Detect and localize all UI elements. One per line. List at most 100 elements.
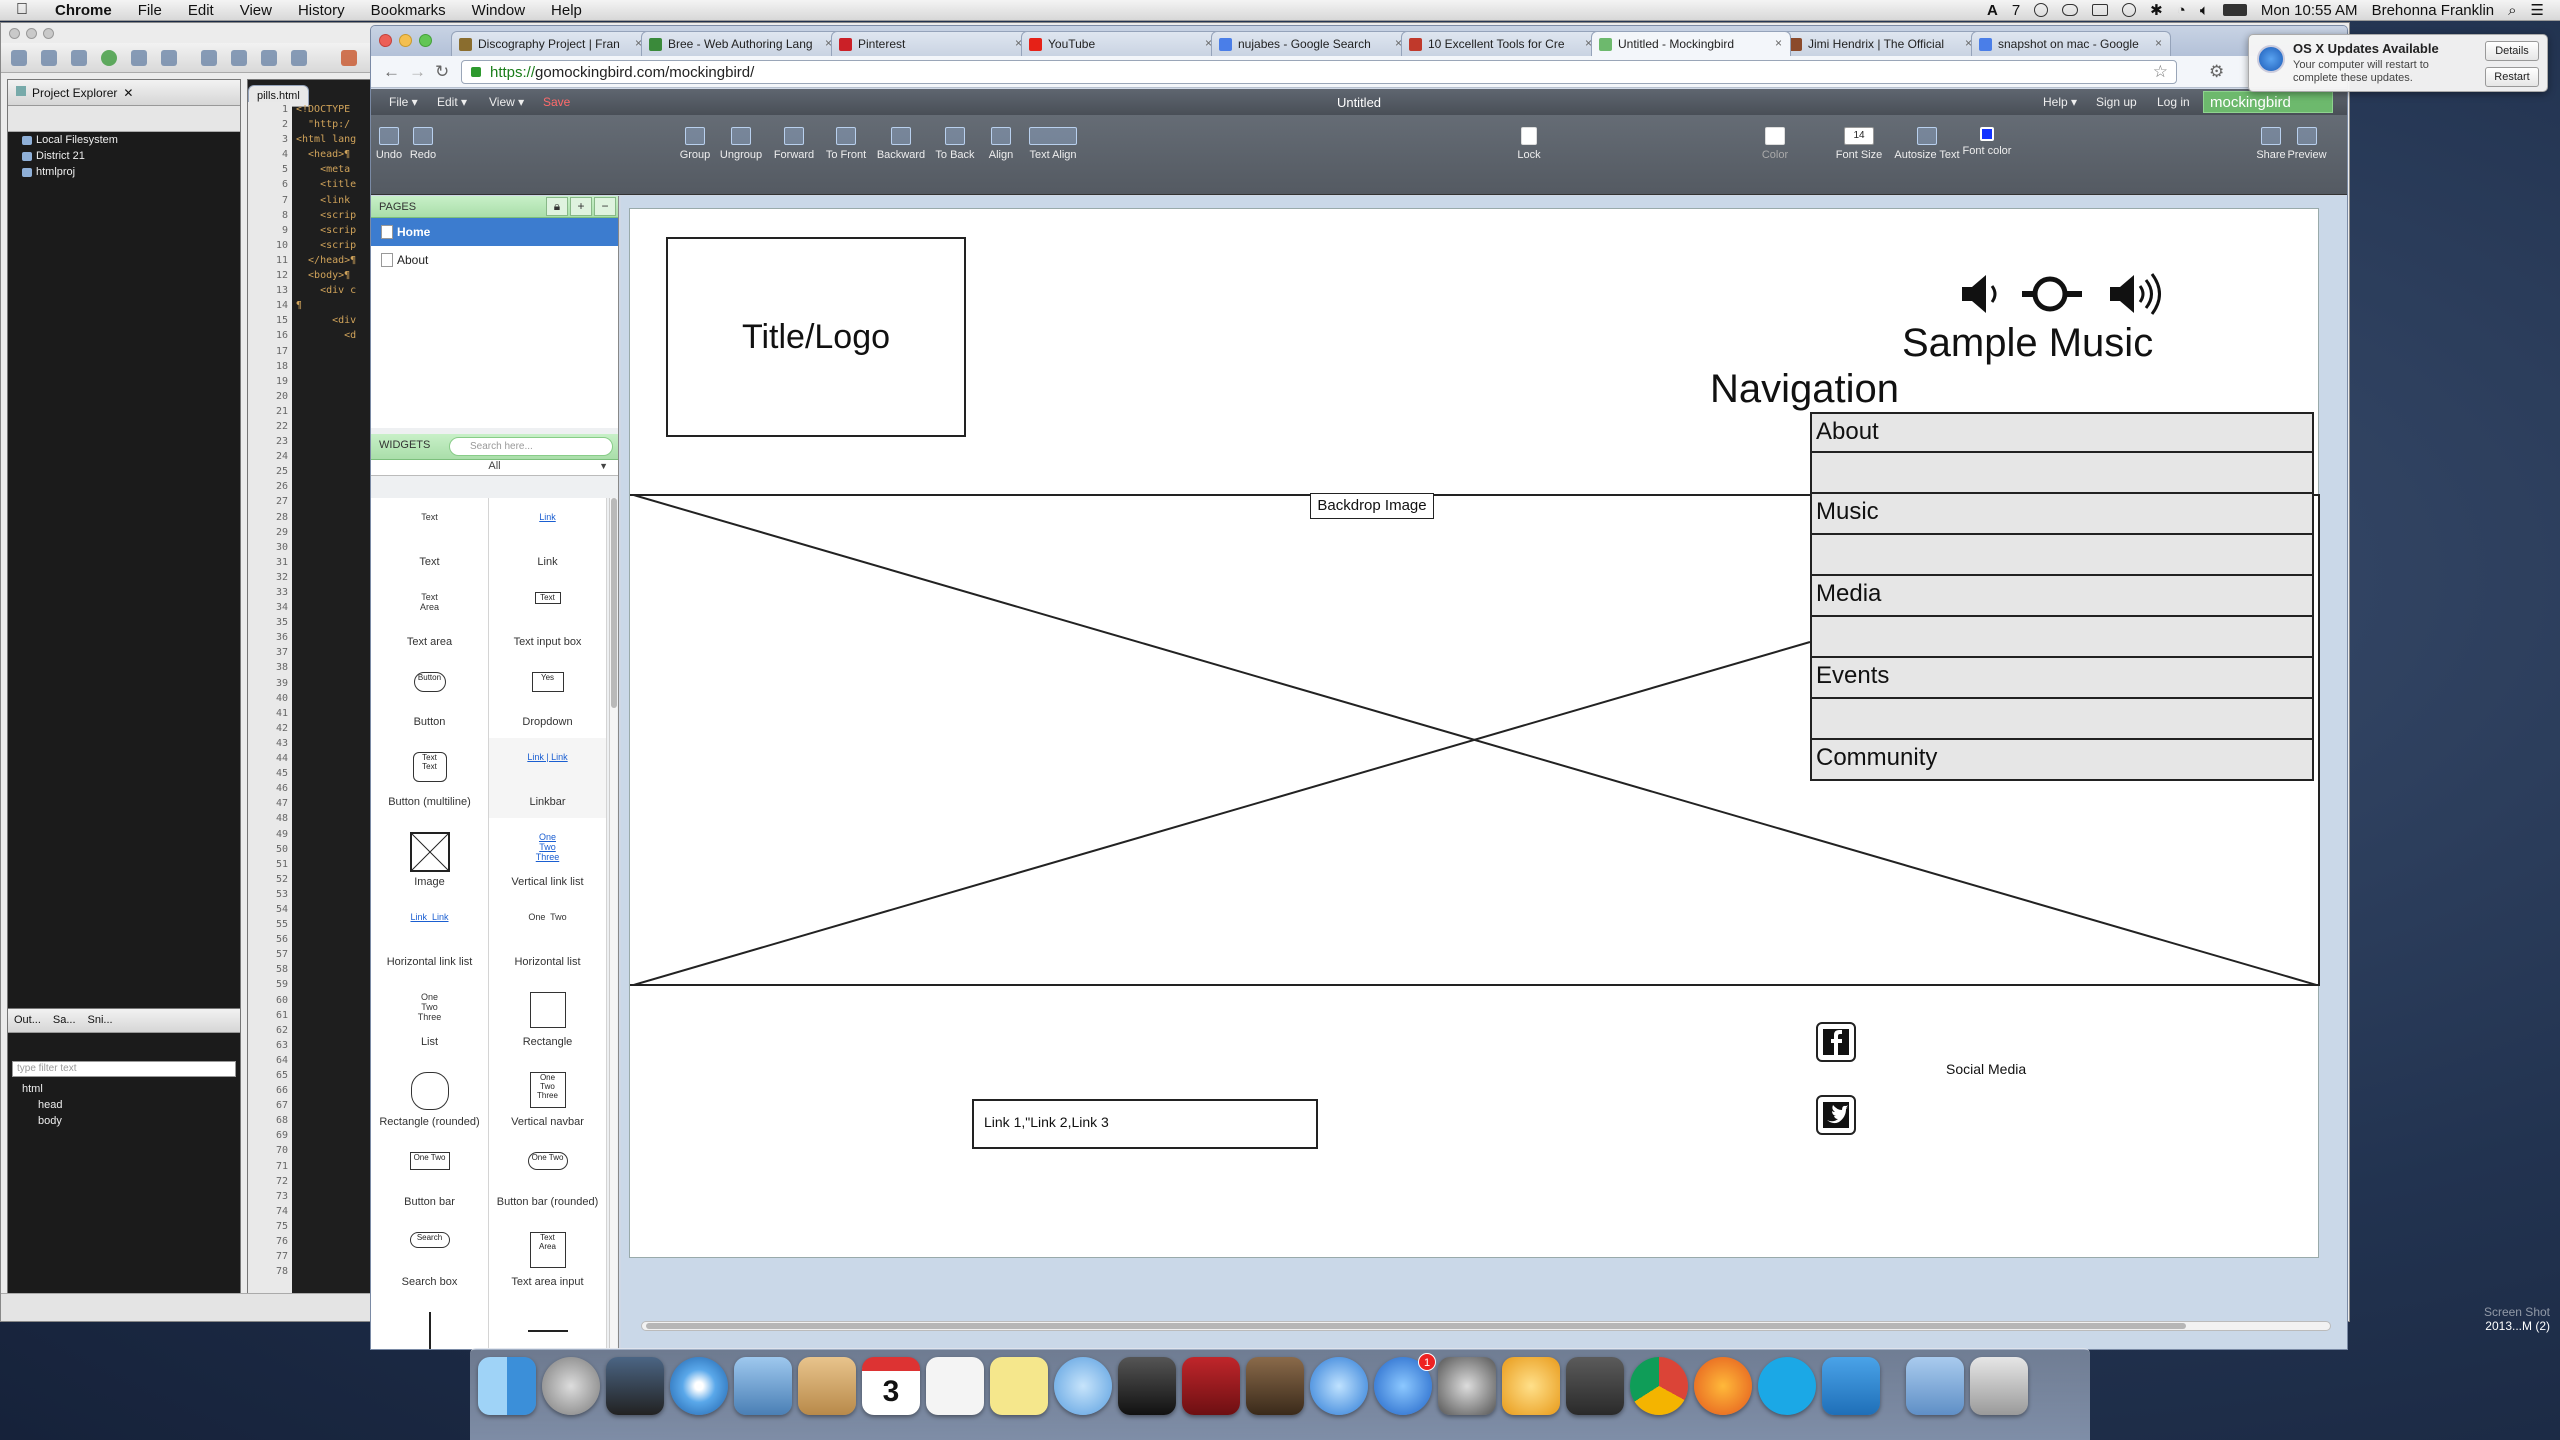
page-item-about[interactable]: About bbox=[371, 246, 618, 274]
chrome-icon[interactable] bbox=[1630, 1357, 1688, 1415]
outline-item[interactable]: body bbox=[8, 1113, 240, 1129]
iphoto-icon[interactable] bbox=[1246, 1357, 1304, 1415]
messages-icon[interactable] bbox=[1054, 1357, 1112, 1415]
display-icon[interactable] bbox=[2092, 4, 2109, 16]
facetime-icon[interactable] bbox=[1118, 1357, 1176, 1415]
widget-filter-dropdown[interactable]: All ▼ bbox=[371, 460, 618, 476]
ide-minimize-button[interactable] bbox=[26, 28, 37, 39]
apple-menu-icon[interactable]:  bbox=[0, 1, 42, 19]
horizontal-links-box[interactable]: Link 1,"Link 2,Link 3 bbox=[972, 1099, 1318, 1149]
nav-item-about[interactable]: About bbox=[1810, 412, 2314, 453]
tab-outline[interactable]: Out... bbox=[14, 1014, 41, 1027]
spotlight-icon[interactable]: ⌕ bbox=[2508, 2, 2516, 19]
tree-item[interactable]: District 21 bbox=[8, 148, 240, 164]
menu-view[interactable]: View bbox=[227, 2, 285, 19]
lock-page-icon[interactable]: 🔒︎ bbox=[546, 197, 568, 216]
browser-tab[interactable]: Pinterest × bbox=[831, 31, 1031, 56]
app-menu[interactable]: Chrome bbox=[42, 2, 125, 19]
details-button[interactable]: Details bbox=[2485, 41, 2539, 61]
mission-control-icon[interactable] bbox=[606, 1357, 664, 1415]
canvas-scroll-thumb[interactable] bbox=[646, 1323, 2186, 1329]
ide-search-icon[interactable] bbox=[161, 50, 177, 66]
menu-edit[interactable]: Edit bbox=[175, 2, 227, 19]
tree-item[interactable]: htmlproj bbox=[8, 164, 240, 180]
sync-icon[interactable] bbox=[2034, 3, 2049, 17]
font-size-value[interactable]: 14 bbox=[1844, 127, 1874, 145]
facebook-icon[interactable] bbox=[1816, 1022, 1856, 1062]
reminders-icon[interactable] bbox=[926, 1357, 984, 1415]
wunderlist-icon[interactable] bbox=[1822, 1357, 1880, 1415]
browser-tab[interactable]: snapshot on mac - Google × bbox=[1971, 31, 2171, 56]
ide-run-icon[interactable] bbox=[101, 50, 117, 66]
finder-icon[interactable] bbox=[478, 1357, 536, 1415]
nav-item-music[interactable]: Music bbox=[1810, 494, 2314, 535]
color-button[interactable]: Color bbox=[1735, 127, 1815, 161]
close-tab-icon[interactable]: × bbox=[1775, 36, 1782, 50]
canvas-horizontal-scrollbar[interactable] bbox=[641, 1321, 2331, 1331]
navigation-heading[interactable]: Navigation bbox=[1710, 367, 1899, 412]
ide-home-icon[interactable] bbox=[341, 50, 357, 66]
close-tab-icon[interactable]: × bbox=[2155, 36, 2162, 50]
close-button[interactable] bbox=[379, 34, 392, 47]
code-text[interactable]: <!DOCTYPE "http:/ <html lang <head>¶ <met… bbox=[294, 102, 370, 1293]
outline-item[interactable]: html bbox=[8, 1081, 240, 1097]
update-notification[interactable]: OS X Updates Available Your computer wil… bbox=[2248, 34, 2548, 92]
tree-item[interactable]: Local Filesystem bbox=[8, 132, 240, 148]
ide-print-icon[interactable] bbox=[71, 50, 87, 66]
battery-icon[interactable] bbox=[2222, 4, 2247, 16]
code-editor[interactable]: pills.html 1 2 3 4 5 6 7 8 9 10 11 12 13 14 15 16 17 18 19… bbox=[247, 79, 371, 1294]
time-machine-icon[interactable] bbox=[2122, 3, 2137, 17]
itunes-icon[interactable] bbox=[1310, 1357, 1368, 1415]
minimize-button[interactable] bbox=[399, 34, 412, 47]
vertical-navbar[interactable]: About Music Media Events Community bbox=[1810, 412, 2314, 781]
home-folder-icon[interactable] bbox=[1906, 1357, 1964, 1415]
menu-file[interactable]: File bbox=[125, 2, 175, 19]
widget-button-multiline[interactable]: Text Text Button (multiline) bbox=[371, 738, 489, 818]
ide-web-icon[interactable] bbox=[291, 50, 307, 66]
nav-item-media[interactable]: Media bbox=[1810, 576, 2314, 617]
title-logo-box[interactable]: Title/Logo bbox=[666, 237, 966, 437]
widget-text-input-box[interactable]: Text Text input box bbox=[489, 578, 607, 658]
photo-booth-icon[interactable] bbox=[1182, 1357, 1240, 1415]
zoom-button[interactable] bbox=[419, 34, 432, 47]
launchpad-icon[interactable] bbox=[542, 1357, 600, 1415]
bookmark-star-icon[interactable]: ☆ bbox=[2153, 62, 2168, 82]
user-menu[interactable]: Brehonna Franklin bbox=[2372, 2, 2495, 19]
trash-icon[interactable] bbox=[1970, 1357, 2028, 1415]
widget-image[interactable]: Image bbox=[371, 818, 489, 898]
social-media-label[interactable]: Social Media bbox=[1946, 1061, 2026, 1077]
notes-icon[interactable] bbox=[990, 1357, 1048, 1415]
reload-icon[interactable]: ↻ bbox=[435, 62, 449, 82]
contacts-icon[interactable] bbox=[798, 1357, 856, 1415]
log-in-link[interactable]: Log in bbox=[2157, 95, 2190, 109]
outline-item[interactable]: head bbox=[8, 1097, 240, 1113]
ide-debug-icon[interactable] bbox=[131, 50, 147, 66]
settings-gear-icon[interactable] bbox=[1502, 1357, 1560, 1415]
music-player-icons[interactable] bbox=[1960, 269, 2180, 319]
widget-button-bar-rounded[interactable]: One Two Button bar (rounded) bbox=[489, 1138, 607, 1218]
remove-page-button[interactable]: − bbox=[594, 197, 616, 216]
widget-horizontal-list[interactable]: One Two Horizontal list bbox=[489, 898, 607, 978]
redo-button[interactable]: Redo bbox=[383, 127, 463, 161]
safari-icon[interactable] bbox=[670, 1357, 728, 1415]
desktop-file[interactable]: Screen Shot 2013...M (2) bbox=[2460, 1305, 2550, 1333]
widget-text-area[interactable]: Text Area Text area bbox=[371, 578, 489, 658]
sublime-text-icon[interactable] bbox=[1566, 1357, 1624, 1415]
menu-history[interactable]: History bbox=[285, 2, 358, 19]
ide-save-icon[interactable] bbox=[41, 50, 57, 66]
widget-text[interactable]: Text Text bbox=[371, 498, 489, 578]
text-align-button[interactable]: Text Align bbox=[1013, 127, 1093, 161]
widget-rectangle[interactable]: Rectangle bbox=[489, 978, 607, 1058]
widget-rectangle-rounded[interactable]: Rectangle (rounded) bbox=[371, 1058, 489, 1138]
calendar-icon[interactable]: 3 bbox=[862, 1357, 920, 1415]
restart-button[interactable]: Restart bbox=[2485, 67, 2539, 87]
ide-terminal-icon[interactable] bbox=[231, 50, 247, 66]
cloud-icon[interactable] bbox=[2062, 4, 2079, 16]
widget-scrollbar[interactable] bbox=[609, 498, 617, 1348]
outline-filter-input[interactable]: type filter text bbox=[12, 1061, 236, 1077]
widget-horizontal-line[interactable]: Horizontal line bbox=[489, 1298, 607, 1349]
browser-tab[interactable]: Untitled - Mockingbird × bbox=[1591, 31, 1791, 56]
menu-bookmarks[interactable]: Bookmarks bbox=[358, 2, 459, 19]
widget-scroll-thumb[interactable] bbox=[611, 498, 617, 708]
tab-snippets[interactable]: Sni... bbox=[88, 1014, 113, 1027]
